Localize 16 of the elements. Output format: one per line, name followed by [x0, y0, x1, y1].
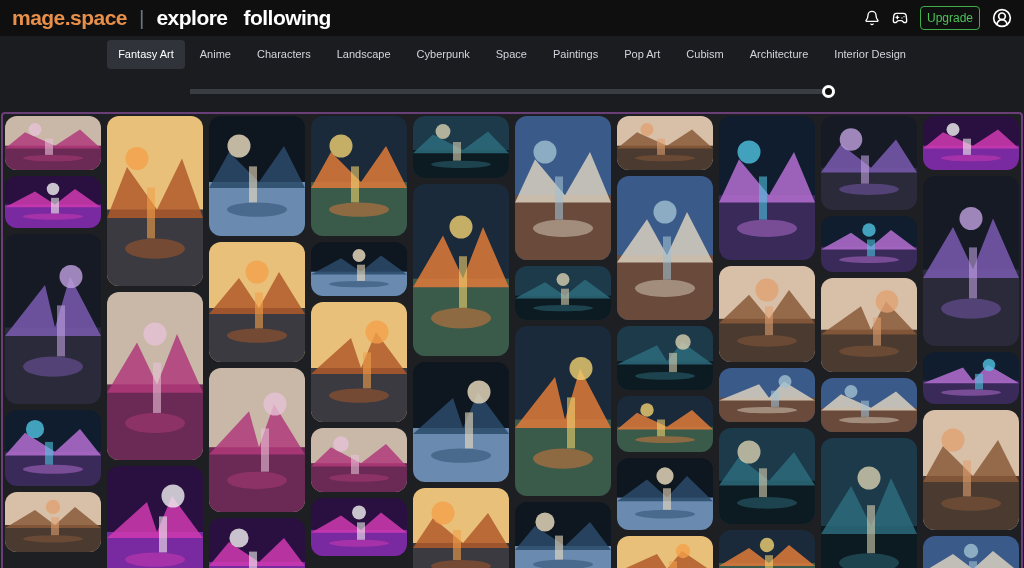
category-tab[interactable]: Cyberpunk	[405, 40, 481, 69]
logo[interactable]: mage.space	[12, 2, 127, 34]
category-tab[interactable]: Interior Design	[823, 40, 917, 69]
category-tab[interactable]: Landscape	[325, 40, 402, 69]
category-tab[interactable]: Architecture	[738, 40, 820, 69]
nav-link[interactable]: following	[243, 2, 331, 34]
separator: |	[139, 5, 145, 32]
category-tab[interactable]: Anime	[188, 40, 242, 69]
upgrade-button[interactable]: Upgrade	[919, 6, 980, 30]
category-tab[interactable]: Fantasy Art	[107, 40, 185, 69]
category-tab[interactable]: Characters	[245, 40, 322, 69]
category-tab[interactable]: Cubism	[675, 40, 735, 69]
nav-link[interactable]: explore	[156, 2, 228, 34]
category-tab[interactable]: Pop Art	[613, 40, 672, 69]
category-tab[interactable]: Space	[484, 40, 538, 69]
category-tab[interactable]: Paintings	[542, 40, 610, 69]
